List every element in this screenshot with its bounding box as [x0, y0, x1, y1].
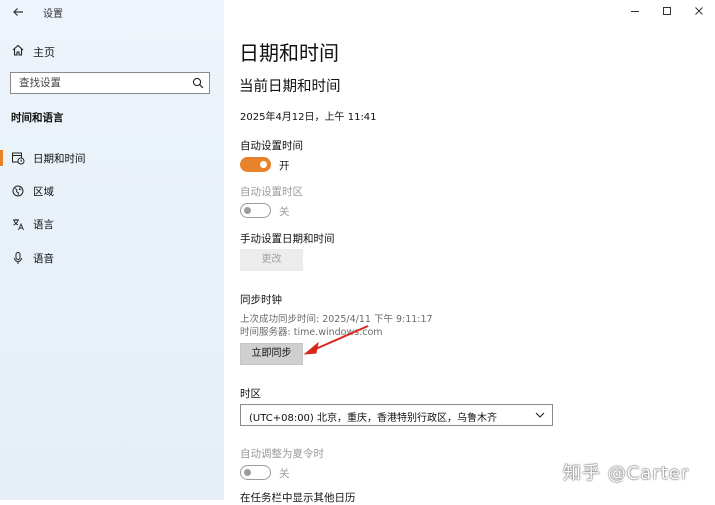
sidebar-item-label: 语言: [33, 219, 54, 231]
title-bar: 设置: [0, 0, 224, 24]
section-title: 当前日期和时间: [239, 79, 341, 95]
maximize-button[interactable]: [656, 4, 678, 20]
time-server-text: 时间服务器: time.windows.com: [240, 327, 383, 338]
change-button[interactable]: 更改: [240, 249, 303, 271]
microphone-icon: [14, 252, 22, 264]
globe-icon: [12, 185, 24, 197]
sync-clock-label: 同步时钟: [240, 294, 282, 306]
selection-indicator: [0, 150, 3, 166]
timezone-label: 时区: [240, 388, 261, 400]
search-icon[interactable]: [192, 77, 204, 89]
search-box[interactable]: [10, 72, 210, 94]
close-button[interactable]: [688, 4, 710, 20]
dst-label: 自动调整为夏令时: [240, 448, 324, 460]
home-icon: [12, 44, 24, 56]
auto-timezone-label: 自动设置时区: [240, 186, 303, 198]
dst-toggle[interactable]: [240, 465, 271, 480]
back-button[interactable]: [9, 3, 27, 21]
timezone-value: (UTC+08:00) 北京，重庆，香港特别行政区，乌鲁木齐: [249, 413, 498, 424]
search-input[interactable]: [19, 76, 179, 90]
auto-time-toggle[interactable]: [240, 157, 271, 172]
sidebar: 设置 主页 时间和语言 日期和时间 区域: [0, 0, 224, 500]
sidebar-item-label: 区域: [33, 186, 54, 198]
auto-time-label: 自动设置时间: [240, 140, 303, 152]
close-icon: [695, 7, 703, 15]
toggle-knob: [260, 161, 267, 168]
sidebar-item-region[interactable]: 区域: [0, 180, 224, 202]
timezone-select[interactable]: (UTC+08:00) 北京，重庆，香港特别行政区，乌鲁木齐: [240, 404, 553, 426]
manual-time-label: 手动设置日期和时间: [240, 233, 335, 245]
maximize-icon: [663, 7, 671, 15]
sync-now-button[interactable]: 立即同步: [240, 343, 303, 365]
page-title: 日期和时间: [239, 41, 339, 65]
dst-state: 关: [279, 468, 290, 480]
sidebar-item-speech[interactable]: 语音: [0, 247, 224, 269]
toggle-knob: [244, 469, 251, 476]
sidebar-item-label: 日期和时间: [33, 153, 86, 165]
watermark: 知乎 @Carter: [563, 463, 690, 484]
additional-calendar-label: 在任务栏中显示其他日历: [240, 492, 356, 504]
chevron-down-icon: [535, 412, 545, 418]
auto-timezone-state: 关: [279, 206, 290, 218]
sidebar-item-label: 语音: [33, 253, 54, 265]
calendar-clock-icon: [12, 152, 25, 165]
sidebar-item-language[interactable]: 语言: [0, 213, 224, 235]
sidebar-item-date-time[interactable]: 日期和时间: [0, 147, 224, 169]
current-datetime: 2025年4月12日，上午 11:41: [240, 112, 377, 123]
sidebar-item-label: 主页: [33, 46, 55, 59]
main-content: 日期和时间 当前日期和时间 2025年4月12日，上午 11:41 自动设置时间…: [224, 0, 715, 504]
auto-timezone-toggle[interactable]: [240, 203, 271, 218]
auto-time-state: 开: [279, 160, 290, 172]
last-sync-text: 上次成功同步时间: 2025/4/11 下午 9:11:17: [240, 314, 433, 325]
sidebar-section-title: 时间和语言: [11, 112, 64, 124]
app-title: 设置: [43, 9, 63, 20]
minimize-button[interactable]: [624, 4, 646, 20]
language-icon: [13, 219, 24, 231]
minimize-icon: [631, 11, 639, 12]
sidebar-item-home[interactable]: 主页: [0, 40, 224, 62]
arrow-left-icon: [13, 8, 23, 16]
toggle-knob: [244, 207, 251, 214]
